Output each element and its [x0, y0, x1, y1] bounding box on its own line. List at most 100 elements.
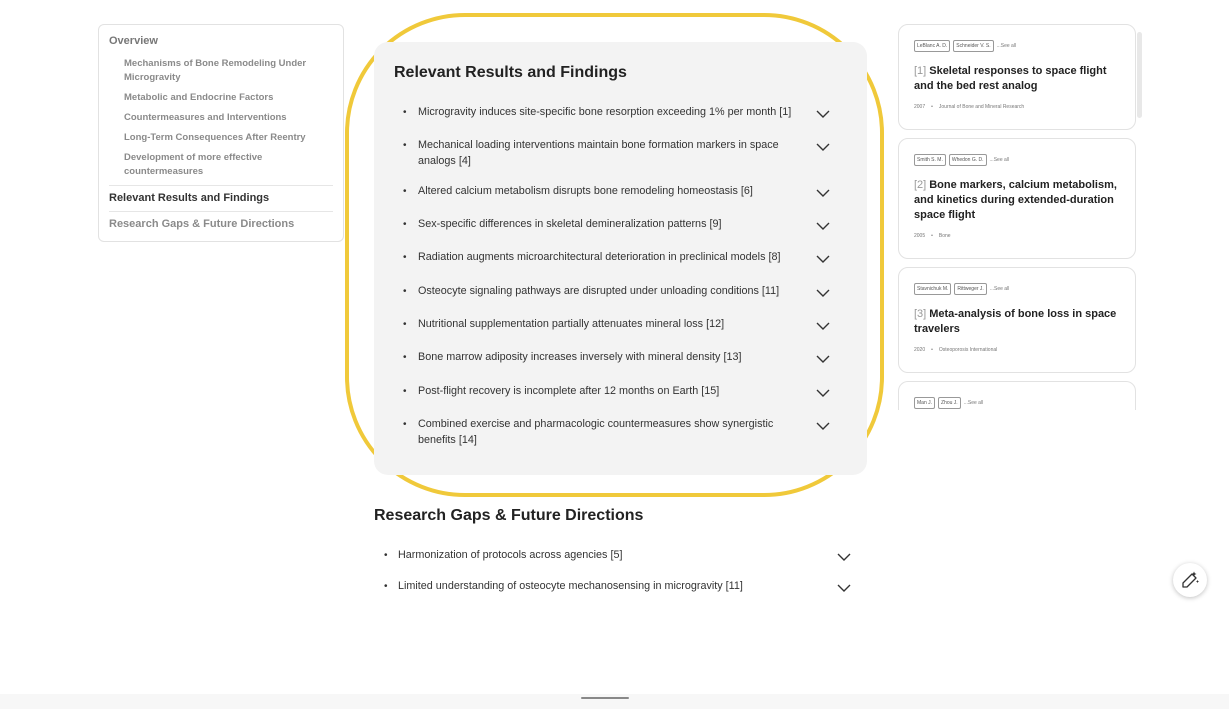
references-scrollbar[interactable]: [1137, 32, 1142, 118]
see-all-link[interactable]: ...See all: [990, 157, 1009, 163]
reference-journal: Osteoporosis International: [938, 347, 998, 353]
chevron-down-icon[interactable]: [816, 354, 830, 364]
finding-item[interactable]: • Bone marrow adiposity increases invers…: [394, 349, 859, 366]
bullet: •: [403, 352, 407, 363]
chevron-down-icon[interactable]: [816, 109, 830, 119]
chevron-down-icon[interactable]: [816, 188, 830, 198]
finding-text: Microgravity induces site-specific bone …: [418, 106, 792, 118]
toc-item-countermeasures[interactable]: Countermeasures and Interventions: [109, 111, 333, 125]
reference-year: 2007: [914, 104, 926, 110]
reference-meta: 2007 • Journal of Bone and Mineral Researc…: [914, 104, 1120, 110]
meta-separator: •: [931, 233, 933, 239]
reference-journal: Bone: [938, 233, 951, 239]
finding-text: Combined exercise and pharmacologic coun…: [418, 418, 774, 446]
ai-assistant-button[interactable]: [1173, 563, 1207, 597]
footer-bar: [0, 694, 1229, 709]
meta-separator: •: [931, 104, 933, 110]
reference-card[interactable]: Man J. Zhou J. ...See all: [898, 381, 1136, 410]
footer-handle[interactable]: [581, 697, 629, 699]
author-tag[interactable]: Zhou J.: [938, 397, 961, 409]
author-tag[interactable]: Rittweger J.: [954, 283, 987, 295]
author-tags: Man J. Zhou J. ...See all: [914, 396, 1120, 410]
bullet: •: [403, 140, 407, 151]
toc-item-metabolic[interactable]: Metabolic and Endocrine Factors: [109, 91, 333, 105]
author-tag[interactable]: Stavnichuk M.: [914, 283, 952, 295]
finding-item[interactable]: • Osteocyte signaling pathways are disru…: [394, 283, 859, 300]
finding-item[interactable]: • Altered calcium metabolism disrupts bo…: [394, 183, 859, 200]
reference-card[interactable]: Smith S. M. Whedon G. D. ...See all [2] B…: [898, 138, 1136, 259]
gap-text: Limited understanding of osteocyte mecha…: [398, 580, 743, 592]
chevron-down-icon[interactable]: [816, 288, 830, 298]
finding-text: Post-flight recovery is incomplete after…: [418, 385, 720, 397]
gaps-title: Research Gaps & Future Directions: [374, 507, 644, 524]
chevron-down-icon[interactable]: [816, 254, 830, 264]
reference-card[interactable]: Stavnichuk M. Rittweger J. ...See all [3…: [898, 267, 1136, 373]
finding-item[interactable]: • Mechanical loading interventions maint…: [394, 137, 859, 169]
finding-item[interactable]: • Nutritional supplementation partially …: [394, 316, 859, 333]
toc-section-gaps[interactable]: Research Gaps & Future Directions: [109, 211, 333, 237]
chevron-down-icon[interactable]: [816, 221, 830, 231]
author-tag[interactable]: Whedon G. D.: [948, 154, 987, 166]
toc-item-mechanisms[interactable]: Mechanisms of Bone Remodeling Under Micr…: [109, 57, 333, 85]
toc-item-long-term[interactable]: Long-Term Consequences After Reentry: [109, 131, 333, 145]
author-tag[interactable]: Schneider V. S.: [953, 40, 994, 52]
meta-separator: •: [931, 347, 933, 353]
gap-item[interactable]: • Harmonization of protocols across agen…: [384, 547, 864, 564]
finding-text: Nutritional supplementation partially at…: [418, 318, 725, 330]
reference-number: [1]: [914, 65, 927, 77]
bullet: •: [403, 252, 407, 263]
chevron-down-icon[interactable]: [837, 583, 851, 593]
bullet: •: [384, 581, 388, 592]
chevron-down-icon[interactable]: [816, 321, 830, 331]
finding-text: Radiation augments microarchitectural de…: [418, 251, 781, 263]
reference-year: 2005: [914, 233, 926, 239]
reference-title-text: Meta-analysis of bone loss in space trav…: [914, 308, 1117, 335]
ai-sparkle-icon: [1182, 571, 1199, 588]
finding-item[interactable]: • Microgravity induces site-specific bon…: [394, 104, 859, 121]
reference-title[interactable]: [2] Bone markers, calcium metabolism, and…: [914, 178, 1120, 223]
reference-title[interactable]: [1] Skeletal responses to space flight an…: [914, 64, 1120, 94]
finding-item[interactable]: • Combined exercise and pharmacologic co…: [394, 416, 859, 448]
reference-title[interactable]: [3] Meta-analysis of bone loss in space t…: [914, 307, 1120, 337]
gap-item[interactable]: • Limited understanding of osteocyte mec…: [384, 578, 864, 595]
chevron-down-icon[interactable]: [837, 552, 851, 562]
bullet: •: [403, 386, 407, 397]
author-tags: LeBlanc A. D. Schneider V. S. ...See all: [914, 39, 1120, 53]
toc-section-results[interactable]: Relevant Results and Findings: [109, 185, 333, 211]
toc-item-development[interactable]: Development of more effective countermea…: [109, 151, 333, 179]
reference-title-text: Skeletal responses to space flight and t…: [914, 65, 1107, 92]
bullet: •: [403, 219, 407, 230]
reference-title-text: Bone markers, calcium metabolism, and ki…: [914, 179, 1117, 221]
references-list: LeBlanc A. D. Schneider V. S. ...See all…: [898, 24, 1142, 410]
author-tag[interactable]: LeBlanc A. D.: [914, 40, 951, 52]
bullet: •: [403, 186, 407, 197]
chevron-down-icon[interactable]: [816, 421, 830, 431]
finding-item[interactable]: • Sex-specific differences in skeletal d…: [394, 216, 859, 233]
reference-number: [3]: [914, 308, 927, 320]
bullet: •: [403, 286, 407, 297]
see-all-link[interactable]: ...See all: [964, 400, 983, 406]
bullet: •: [384, 550, 388, 561]
author-tags: Stavnichuk M. Rittweger J. ...See all: [914, 282, 1120, 296]
finding-text: Mechanical loading interventions maintai…: [418, 139, 779, 167]
reference-card[interactable]: LeBlanc A. D. Schneider V. S. ...See all…: [898, 24, 1136, 130]
finding-item[interactable]: • Post-flight recovery is incomplete aft…: [394, 383, 859, 400]
author-tags: Smith S. M. Whedon G. D. ...See all: [914, 153, 1120, 167]
reference-year: 2020: [914, 347, 926, 353]
see-all-link[interactable]: ...See all: [997, 43, 1016, 49]
author-tag[interactable]: Smith S. M.: [914, 154, 946, 166]
reference-meta: 2005 • Bone: [914, 233, 1120, 239]
finding-text: Osteocyte signaling pathways are disrupt…: [418, 285, 780, 297]
bullet: •: [403, 107, 407, 118]
chevron-down-icon[interactable]: [816, 388, 830, 398]
author-tag[interactable]: Man J.: [914, 397, 936, 409]
finding-item[interactable]: • Radiation augments microarchitectural …: [394, 249, 859, 266]
finding-text: Bone marrow adiposity increases inversel…: [418, 351, 742, 363]
table-of-contents: Overview Mechanisms of Bone Remodeling U…: [98, 24, 344, 242]
finding-text: Altered calcium metabolism disrupts bone…: [418, 185, 753, 197]
reference-journal: Journal of Bone and Mineral Research: [938, 104, 1025, 110]
bullet: •: [403, 419, 407, 430]
toc-overview[interactable]: Overview: [109, 35, 333, 47]
see-all-link[interactable]: ...See all: [990, 286, 1009, 292]
chevron-down-icon[interactable]: [816, 142, 830, 152]
